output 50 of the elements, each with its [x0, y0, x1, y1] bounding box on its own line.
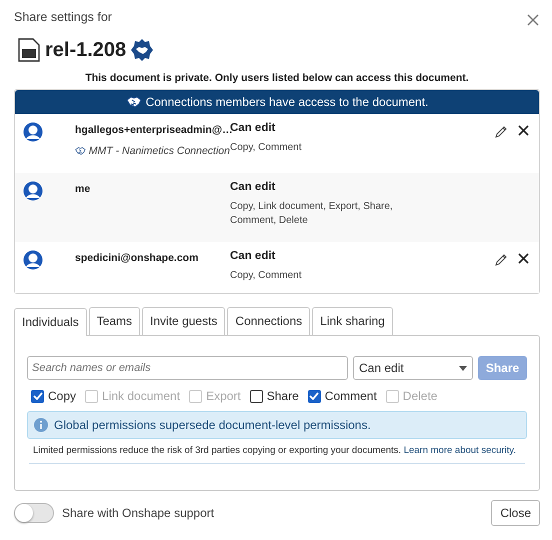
pencil-icon[interactable] — [494, 253, 508, 267]
toggle-label: Share with Onshape support — [62, 506, 214, 520]
tab[interactable]: Teams — [88, 307, 140, 335]
checkbox[interactable] — [308, 390, 321, 402]
remove-icon[interactable] — [518, 125, 529, 136]
document-icon — [18, 38, 40, 62]
checkbox-label: Link document — [102, 389, 180, 403]
checkbox-label: Export — [206, 389, 241, 403]
checkbox-label: Copy — [48, 389, 76, 403]
caret-icon — [459, 366, 467, 370]
role-dropdown[interactable]: Can edit — [353, 356, 473, 380]
member-name: hgallegos+enterpriseadmin@… — [75, 124, 230, 136]
member-permissions: Copy, Comment — [230, 269, 303, 283]
checkbox[interactable] — [31, 390, 44, 402]
checkbox-label: Delete — [402, 389, 438, 403]
tab[interactable]: Connections — [227, 307, 310, 335]
avatar-icon — [23, 181, 43, 201]
remove-icon[interactable] — [518, 253, 529, 264]
search-field[interactable]: Search names or emails — [27, 356, 348, 380]
toggle-switch[interactable] — [14, 503, 54, 523]
info-icon — [34, 418, 48, 432]
checkbox-label: Share — [266, 389, 299, 403]
tab[interactable]: Individuals — [14, 308, 87, 336]
dialog-title: Share settings for — [14, 10, 112, 24]
security-note: Limited permissions reduce the risk of 3rd parties copying or exporting your documents. — [33, 445, 402, 456]
avatar-icon — [23, 122, 43, 142]
security-link[interactable]: Learn more about security. — [404, 445, 516, 456]
checkbox[interactable] — [250, 390, 263, 402]
privacy-note: This document is private. Only users listed below can access this document. — [84, 72, 470, 84]
checkbox-label: Comment — [324, 389, 377, 403]
tab[interactable]: Invite guests — [142, 307, 226, 335]
avatar-icon — [23, 250, 43, 270]
info-text: Global permissions supersede document-level permissions. — [54, 418, 371, 432]
member-permissions: Copy, Comment — [230, 141, 303, 155]
member-permissions: Copy, Link document, Export, Share, Comment, Delete — [230, 200, 394, 228]
connection-name: MMT - Nanimetics Connection — [88, 145, 230, 157]
member-role: Can edit — [230, 250, 276, 262]
tab[interactable]: Link sharing — [312, 307, 393, 335]
check-icon — [32, 392, 42, 400]
close-button[interactable]: Close — [491, 500, 540, 526]
member-role: Can edit — [230, 122, 276, 134]
pencil-icon[interactable] — [494, 125, 508, 139]
connection-badge-icon — [131, 39, 154, 61]
banner-text: Connections members have access to the document. — [146, 95, 428, 109]
check-icon — [309, 392, 320, 400]
document-name: rel-1.208 — [45, 38, 126, 62]
member-name: spedicini@onshape.com — [75, 252, 200, 264]
member-role: Can edit — [230, 181, 276, 193]
close-icon[interactable] — [526, 13, 540, 27]
member-name: me — [75, 183, 92, 195]
